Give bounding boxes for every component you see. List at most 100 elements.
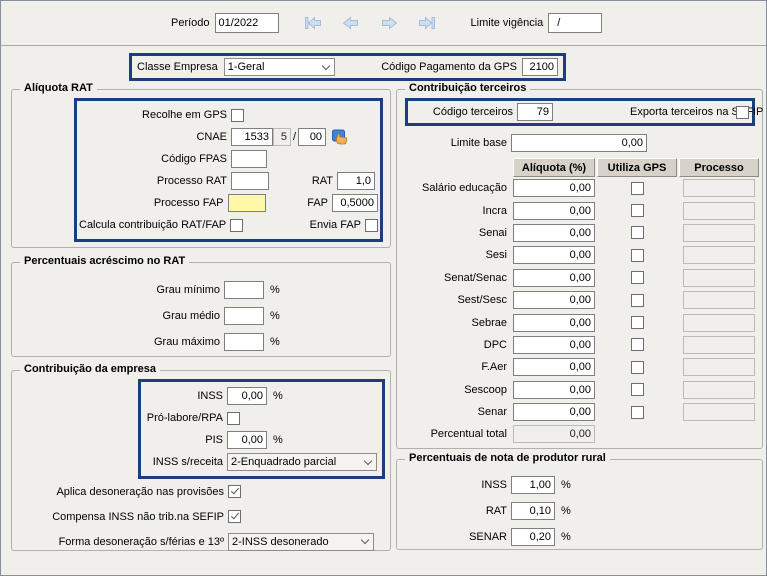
terceiros-processo-field (683, 403, 755, 421)
recolhe-em-gps-checkbox[interactable] (231, 109, 244, 122)
pis-input[interactable] (227, 431, 267, 449)
classe-empresa-select[interactable]: 1-Geral (224, 58, 336, 76)
terceiros-aliquota-input[interactable] (513, 381, 595, 399)
rural-percent-row: RAT % (397, 498, 762, 524)
terceiros-utiliza-gps-checkbox[interactable] (631, 383, 644, 396)
calcula-contribuicao-rat-fap-checkbox[interactable] (230, 219, 243, 232)
terceiros-utiliza-gps-checkbox[interactable] (631, 226, 644, 239)
nav-next-button[interactable] (379, 15, 399, 31)
codigo-pagamento-gps-input[interactable] (522, 58, 558, 76)
terceiros-processo-field (683, 269, 755, 287)
cnae-suffix-input[interactable] (298, 128, 326, 146)
terceiros-utiliza-gps-checkbox[interactable] (631, 361, 644, 374)
inss-percent-sign: % (273, 390, 283, 402)
period-toolbar: Período Limite vigência (1, 1, 766, 46)
fap-input[interactable] (332, 194, 378, 212)
terceiros-aliquota-input[interactable] (513, 291, 595, 309)
terceiros-row-label: F.Aer (397, 356, 511, 378)
rat-label: RAT (269, 175, 333, 187)
limite-vigencia-input[interactable] (548, 13, 602, 33)
terceiros-utiliza-gps-checkbox[interactable] (631, 294, 644, 307)
codigo-terceiros-highlight-box: Código terceiros Exporta terceiros na SE… (405, 98, 755, 126)
terceiros-aliquota-input[interactable] (513, 336, 595, 354)
terceiros-row-label: Sest/Sesc (397, 289, 511, 311)
terceiros-utiliza-gps-checkbox[interactable] (631, 249, 644, 262)
rural-row-label: SENAR (397, 531, 507, 543)
inss-label: INSS (143, 390, 223, 402)
envia-fap-checkbox[interactable] (365, 219, 378, 232)
rat-input[interactable] (337, 172, 375, 190)
terceiros-row-label: Senar (397, 401, 511, 423)
terceiros-processo-field (683, 224, 755, 242)
chevron-down-icon (357, 534, 373, 550)
terceiros-utiliza-gps-checkbox[interactable] (631, 316, 644, 329)
terceiros-aliquota-input[interactable] (513, 314, 595, 332)
recolhe-em-gps-label: Recolhe em GPS (79, 109, 227, 121)
percentuais-acrescimo-rat-group: Percentuais acréscimo no RAT Grau mínimo… (11, 262, 391, 357)
terceiros-row-label: DPC (397, 334, 511, 356)
terceiros-aliquota-input[interactable] (513, 224, 595, 242)
percent-row-label: Grau médio (12, 310, 220, 322)
exporta-terceiros-label: Exporta terceiros na SEFIP (630, 106, 732, 118)
terceiros-utiliza-gps-checkbox[interactable] (631, 182, 644, 195)
contribuicao-empresa-group: Contribuição da empresa INSS % Pró-labor… (11, 370, 391, 551)
terceiros-processo-field (683, 202, 755, 220)
inss-input[interactable] (227, 387, 267, 405)
terceiros-header-processo: Processo (679, 158, 759, 177)
percent-row-label: Grau máximo (12, 336, 220, 348)
terceiros-aliquota-input[interactable] (513, 403, 595, 421)
company-tax-parameters-window: Período Limite vigência Classe Empresa 1… (0, 0, 767, 576)
rural-row-input[interactable] (511, 502, 555, 520)
nav-first-button[interactable] (303, 15, 323, 31)
forma-desoneracao-select[interactable]: 2-INSS desonerado (228, 533, 374, 551)
terceiros-aliquota-input[interactable] (513, 358, 595, 376)
codigo-fpas-label: Código FPAS (79, 153, 227, 165)
terceiros-aliquota-input[interactable] (513, 269, 595, 287)
produtor-rural-rows: INSS % RAT % SENAR % (397, 472, 762, 550)
compensa-inss-sefip-label: Compensa INSS não trib.na SEFIP (12, 511, 224, 523)
terceiros-header-aliquota: Alíquota (%) (513, 158, 595, 177)
terceiros-row-label: Senat/Senac (397, 267, 511, 289)
terceiros-utiliza-gps-checkbox[interactable] (631, 204, 644, 217)
terceiros-utiliza-gps-checkbox[interactable] (631, 271, 644, 284)
rural-row-input[interactable] (511, 476, 555, 494)
rural-row-input[interactable] (511, 528, 555, 546)
inss-s-receita-select[interactable]: 2-Enquadrado parcial (227, 453, 377, 471)
nav-previous-button[interactable] (341, 15, 361, 31)
periodo-input[interactable] (215, 13, 279, 33)
terceiros-row-label: Sescoop (397, 379, 511, 401)
terceiros-aliquota-input[interactable] (513, 179, 595, 197)
forma-desoneracao-label: Forma desoneração s/férias e 13º (12, 536, 224, 548)
aplica-desoneracao-checkbox[interactable] (228, 485, 241, 498)
percent-row-input[interactable] (224, 333, 264, 351)
rural-percent-row: INSS % (397, 472, 762, 498)
processo-rat-input[interactable] (231, 172, 269, 190)
compensa-inss-sefip-checkbox[interactable] (228, 510, 241, 523)
terceiros-processo-field (683, 179, 755, 197)
limite-base-input[interactable] (511, 134, 647, 152)
nav-last-button[interactable] (417, 15, 437, 31)
cnae-lookup-button[interactable] (331, 129, 350, 146)
contribuicao-empresa-title: Contribuição da empresa (20, 363, 160, 375)
codigo-fpas-input[interactable] (231, 150, 267, 168)
produtor-rural-group: Percentuais de nota de produtor rural IN… (396, 459, 763, 550)
terceiros-aliquota-input[interactable] (513, 202, 595, 220)
processo-fap-input[interactable] (228, 194, 266, 212)
terceiros-aliquota-input[interactable] (513, 246, 595, 264)
classe-empresa-label: Classe Empresa (137, 61, 218, 73)
pro-labore-rpa-checkbox[interactable] (227, 412, 240, 425)
rural-percent-row: SENAR % (397, 524, 762, 550)
percent-sign: % (561, 531, 571, 543)
terceiros-utiliza-gps-checkbox[interactable] (631, 406, 644, 419)
percent-row-input[interactable] (224, 307, 264, 325)
cnae-lookup-icon (332, 129, 349, 145)
percentual-total-label: Percentual total (397, 423, 511, 445)
percentuais-acrescimo-rat-rows: Grau mínimo % Grau médio % Grau máximo % (12, 277, 390, 355)
codigo-terceiros-input[interactable] (517, 103, 553, 121)
fap-label: FAP (266, 197, 328, 209)
percent-row-input[interactable] (224, 281, 264, 299)
aliquota-rat-highlight-box: Recolhe em GPS CNAE 5 / (74, 98, 383, 242)
exporta-terceiros-checkbox[interactable] (736, 106, 749, 119)
terceiros-utiliza-gps-checkbox[interactable] (631, 338, 644, 351)
cnae-code-input[interactable] (231, 128, 273, 146)
